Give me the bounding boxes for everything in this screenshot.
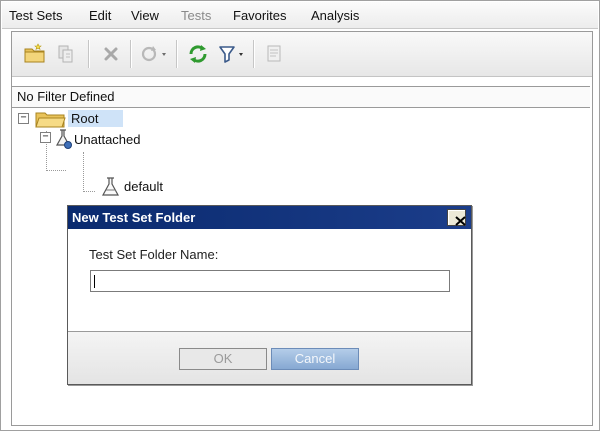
filter-status-text: No Filter Defined xyxy=(17,89,115,104)
tree-node-default[interactable]: default xyxy=(96,177,296,198)
refresh-icon xyxy=(185,41,211,67)
details-button[interactable] xyxy=(262,41,288,67)
new-test-set-folder-dialog: New Test Set Folder Test Set Folder Name… xyxy=(67,205,472,385)
close-button[interactable] xyxy=(447,209,466,226)
delete-button[interactable] xyxy=(98,41,124,67)
cancel-button[interactable]: Cancel xyxy=(271,348,359,370)
tree-label-unattached: Unattached xyxy=(74,132,141,147)
test-lab-window: Test Sets Edit View Tests Favorites Anal… xyxy=(0,0,600,431)
new-test-set-icon xyxy=(53,41,79,67)
tree-label-default: default xyxy=(124,179,164,194)
ok-button[interactable]: OK xyxy=(179,348,267,370)
toolbar xyxy=(12,32,592,77)
menu-tests[interactable]: Tests xyxy=(181,8,211,23)
new-folder-button[interactable] xyxy=(22,41,48,67)
test-set-icon xyxy=(100,176,122,201)
new-folder-icon xyxy=(22,41,48,67)
refresh-button[interactable] xyxy=(185,41,211,67)
toolbar-separator xyxy=(130,40,132,68)
new-test-set-button[interactable] xyxy=(53,41,79,67)
test-sets-tree: − Root − Unattached default xyxy=(12,110,590,200)
toolbar-separator xyxy=(88,40,90,68)
tree-line xyxy=(83,191,95,192)
folder-name-label: Test Set Folder Name: xyxy=(89,247,219,262)
dialog-footer: OK Cancel xyxy=(68,332,471,384)
collapse-toggle[interactable]: − xyxy=(18,113,29,124)
toolbar-separator xyxy=(176,40,178,68)
toolbar-separator xyxy=(253,40,255,68)
dialog-body: Test Set Folder Name: xyxy=(68,230,471,331)
filter-icon xyxy=(215,41,249,67)
filter-status-bar: No Filter Defined xyxy=(12,86,590,108)
details-icon xyxy=(262,41,288,67)
menu-bar: Test Sets Edit View Tests Favorites Anal… xyxy=(2,2,598,29)
collapse-toggle[interactable]: − xyxy=(40,132,51,143)
tree-node-root[interactable]: − Root xyxy=(12,110,212,128)
filter-button[interactable] xyxy=(215,41,249,67)
menu-test-sets[interactable]: Test Sets xyxy=(9,8,62,23)
folder-name-input[interactable] xyxy=(90,270,450,292)
test-set-folder-icon xyxy=(54,128,74,153)
delete-icon xyxy=(98,41,124,67)
tree-label-root: Root xyxy=(68,110,123,127)
text-caret xyxy=(94,275,95,288)
menu-view[interactable]: View xyxy=(131,8,159,23)
dialog-title-bar[interactable]: New Test Set Folder xyxy=(68,206,471,229)
menu-favorites[interactable]: Favorites xyxy=(233,8,286,23)
tree-node-unattached[interactable]: − Unattached xyxy=(40,129,240,176)
dialog-title: New Test Set Folder xyxy=(72,210,196,225)
refresh-options-button[interactable] xyxy=(138,41,172,67)
refresh-options-icon xyxy=(138,41,172,67)
menu-edit[interactable]: Edit xyxy=(89,8,111,23)
menu-analysis[interactable]: Analysis xyxy=(311,8,359,23)
